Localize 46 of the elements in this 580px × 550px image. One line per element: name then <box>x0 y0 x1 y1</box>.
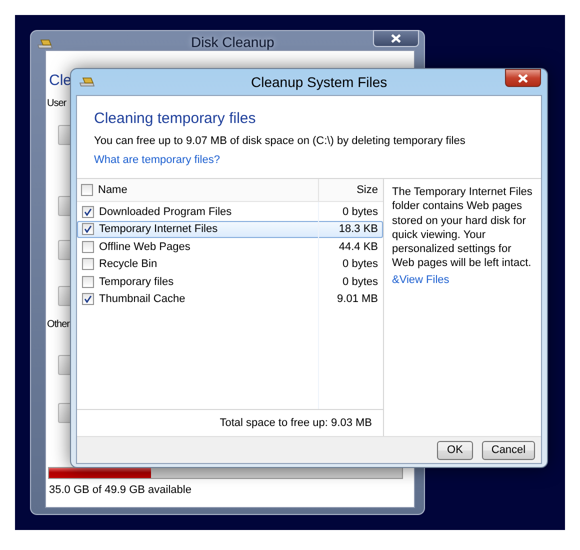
close-icon <box>518 74 528 82</box>
category-size: 0 bytes <box>342 276 379 288</box>
category-size: 18.3 KB <box>338 223 379 236</box>
category-name: Thumbnail Cache <box>99 293 186 306</box>
file-category-row[interactable]: Temporary files 0 bytes <box>77 273 383 290</box>
view-files-link[interactable]: &View Files <box>392 272 450 288</box>
checkbox[interactable] <box>82 258 94 270</box>
category-name: Downloaded Program Files <box>99 206 233 218</box>
category-name: Temporary Internet Files <box>99 223 219 236</box>
checkbox[interactable] <box>82 240 94 253</box>
category-name: Temporary files <box>99 276 175 288</box>
column-header[interactable]: Size <box>319 184 383 196</box>
details-text: The Temporary Internet Files folder contains Web pages stored on your hard disk for quick viewing. Your personalized settings for Web pages will be left intact. <box>392 185 534 271</box>
category-size: 44.4 KB <box>338 240 379 253</box>
file-category-row[interactable]: Recycle Bin 0 bytes <box>77 256 383 273</box>
ok-button[interactable]: OK <box>437 440 473 460</box>
checkbox[interactable] <box>82 276 94 288</box>
close-button[interactable] <box>505 69 541 87</box>
column-header[interactable]: Name <box>98 184 128 196</box>
disk-space-text: 35.0 GB of 49.9 GB available <box>49 484 192 496</box>
section-label: User <box>47 98 66 109</box>
category-size: 0 bytes <box>342 258 379 270</box>
help-link[interactable]: What are temporary files? <box>94 154 220 166</box>
category-size: 0 bytes <box>342 206 379 218</box>
file-category-row[interactable]: Offline Web Pages 44.4 KB <box>77 238 383 256</box>
disk-cleanup-icon <box>79 76 95 88</box>
file-category-row[interactable]: Downloaded Program Files 0 bytes <box>77 203 383 220</box>
heading: Cleaning temporary files <box>94 110 257 127</box>
checkbox[interactable] <box>82 206 94 218</box>
window-title: Disk Cleanup <box>191 34 274 50</box>
close-icon <box>391 34 401 43</box>
checkbox[interactable] <box>82 293 94 306</box>
dialog-title: Cleanup System Files <box>251 74 388 90</box>
cancel-button[interactable]: Cancel <box>482 440 535 460</box>
category-name: Recycle Bin <box>99 258 158 270</box>
disk-cleanup-icon <box>37 38 53 50</box>
total-space-text: Total space to free up: 9.03 MB <box>220 417 372 429</box>
heading: Cle <box>49 72 72 89</box>
file-category-row[interactable]: Temporary Internet Files 18.3 KB <box>77 220 383 238</box>
file-category-row[interactable]: Thumbnail Cache 9.01 MB <box>77 290 383 308</box>
description-text: You can free up to 9.07 MB of disk space on (C:\) by deleting temporary files <box>94 135 466 147</box>
section-label: Other <box>47 319 70 330</box>
category-name: Offline Web Pages <box>99 240 192 253</box>
checkbox[interactable] <box>81 184 93 196</box>
category-size: 9.01 MB <box>336 293 379 306</box>
checkbox[interactable] <box>82 223 94 236</box>
